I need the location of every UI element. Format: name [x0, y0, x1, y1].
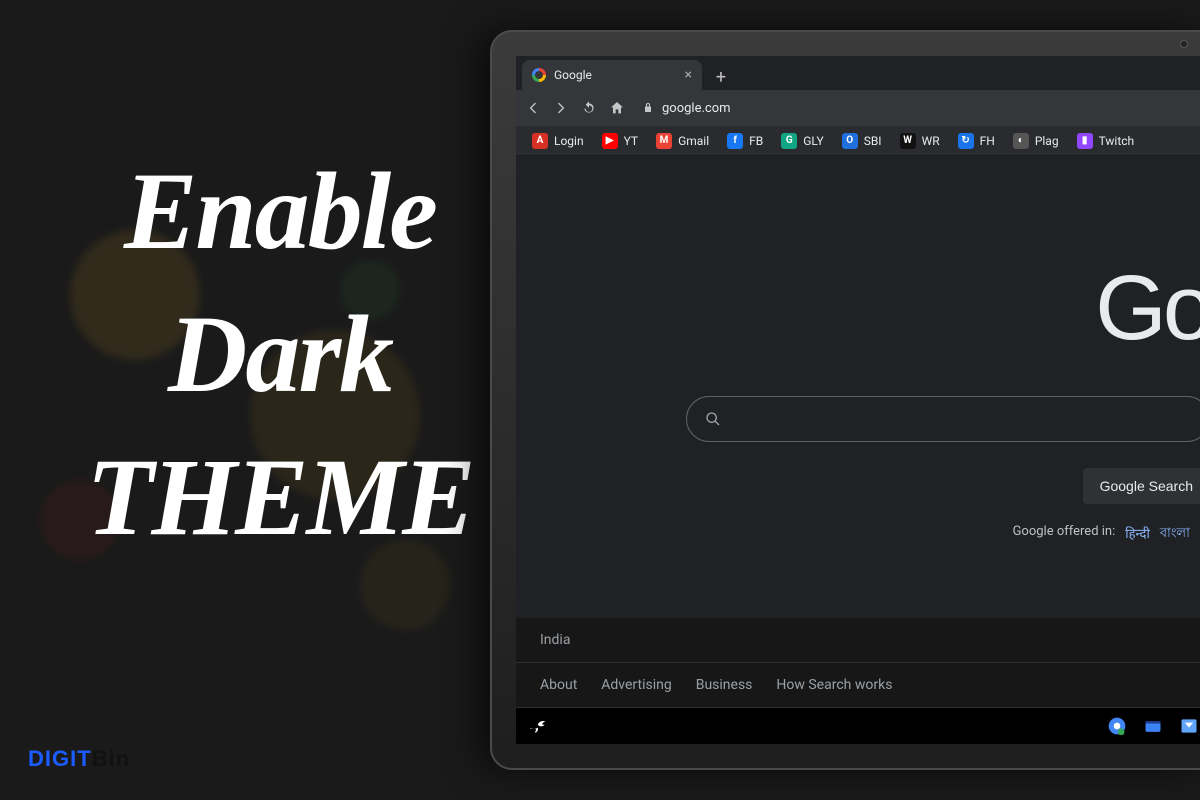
bookmark-favicon-icon: f: [727, 133, 743, 149]
bookmark-item[interactable]: ▮ Twitch: [1069, 130, 1143, 152]
headline-line-3: THEME: [40, 426, 520, 569]
bookmark-favicon-icon: A: [532, 133, 548, 149]
bookmark-label: GLY: [803, 134, 823, 148]
tab-strip: Google × +: [516, 56, 1200, 90]
brand-part-2: Bin: [92, 746, 130, 771]
headline-line-2: Dark: [40, 283, 520, 426]
google-search-input[interactable]: [686, 396, 1200, 442]
bookmark-label: SBI: [864, 134, 882, 148]
bookmark-label: YT: [624, 134, 638, 148]
tab-title: Google: [554, 68, 592, 82]
arrow-right-icon: [553, 100, 569, 116]
browser-window: Google × + google.com ALo: [516, 56, 1200, 744]
browser-toolbar: google.com: [516, 90, 1200, 126]
footer-country-row: India: [516, 618, 1200, 663]
taskbar-files-icon[interactable]: [1142, 715, 1164, 737]
bookmark-item[interactable]: ▶ YT: [594, 130, 646, 152]
reload-icon: [581, 100, 597, 116]
google-search-button[interactable]: Google Search: [1083, 468, 1200, 504]
address-bar[interactable]: google.com: [642, 101, 731, 116]
laptop-camera: [1180, 40, 1188, 48]
bookmark-item[interactable]: ↻ FH: [950, 130, 1003, 152]
footer-link-how-search-works[interactable]: How Search works: [776, 677, 892, 693]
footer-link-about[interactable]: About: [540, 677, 577, 693]
bookmark-item[interactable]: A Login: [524, 130, 592, 152]
google-buttons-row: Google Search: [1083, 468, 1200, 504]
new-tab-button[interactable]: +: [708, 64, 734, 90]
start-bird-icon[interactable]: [526, 715, 548, 737]
promo-headline: Enable Dark THEME: [40, 140, 520, 569]
forward-button[interactable]: [552, 99, 570, 117]
bookmarks-bar: A Login ▶ YT M Gmail f FB G GLY O SBI W WR ↻ FH ◐ Plag ▮ Tw…: [516, 126, 1200, 156]
home-button[interactable]: [608, 99, 626, 117]
back-button[interactable]: [524, 99, 542, 117]
headline-line-1: Enable: [40, 140, 520, 283]
bookmark-favicon-icon: ↻: [958, 133, 974, 149]
offered-prefix: Google offered in:: [1013, 524, 1116, 545]
arrow-left-icon: [525, 100, 541, 116]
bookmark-favicon-icon: W: [900, 133, 916, 149]
google-offered-row: Google offered in: हिन्दी বাংলা తె: [1013, 524, 1200, 545]
bookmark-label: Twitch: [1099, 134, 1135, 148]
url-text: google.com: [662, 101, 731, 116]
footer-country: India: [540, 632, 570, 648]
offered-lang-link[interactable]: हिन्दी: [1125, 524, 1150, 545]
bookmark-item[interactable]: G GLY: [773, 130, 831, 152]
bookmark-item[interactable]: O SBI: [834, 130, 890, 152]
laptop-mock: Google × + google.com ALo: [490, 30, 1200, 770]
bookmark-favicon-icon: ◐: [1013, 133, 1029, 149]
footer-link-business[interactable]: Business: [696, 677, 753, 693]
bookmark-label: WR: [922, 134, 940, 148]
bookmark-favicon-icon: ▶: [602, 133, 618, 149]
bookmark-item[interactable]: ◐ Plag: [1005, 130, 1067, 152]
bookmark-item[interactable]: f FB: [719, 130, 771, 152]
bookmark-favicon-icon: M: [656, 133, 672, 149]
search-icon: [705, 411, 721, 427]
bookmark-favicon-icon: ▮: [1077, 133, 1093, 149]
browser-tab[interactable]: Google ×: [522, 60, 702, 90]
taskbar-app-icon[interactable]: [1178, 715, 1200, 737]
bookmark-label: Login: [554, 134, 584, 148]
bookmark-label: Gmail: [678, 134, 709, 148]
bookmark-favicon-icon: G: [781, 133, 797, 149]
reload-button[interactable]: [580, 99, 598, 117]
brand-logo: DIGITBin: [28, 746, 130, 772]
bookmark-favicon-icon: O: [842, 133, 858, 149]
tab-close-button[interactable]: ×: [685, 67, 692, 83]
bookmark-label: FB: [749, 134, 763, 148]
footer-links-row: About Advertising Business How Search wo…: [516, 663, 1200, 708]
footer-link-advertising[interactable]: Advertising: [601, 677, 671, 693]
bookmark-label: Plag: [1035, 134, 1059, 148]
google-footer: India About Advertising Business How Sea…: [516, 618, 1200, 708]
bookmark-item[interactable]: W WR: [892, 130, 948, 152]
taskbar-chrome-icon[interactable]: [1106, 715, 1128, 737]
offered-lang-link[interactable]: বাংলা: [1160, 524, 1190, 545]
os-taskbar: [516, 708, 1200, 744]
google-homepage: Go Google Search Google offered in: हिन्…: [516, 156, 1200, 744]
google-favicon-icon: [532, 68, 546, 82]
bookmark-label: FH: [980, 134, 995, 148]
google-logo: Go: [1095, 256, 1200, 361]
lock-icon: [642, 102, 654, 114]
brand-part-1: DIGIT: [28, 746, 92, 771]
home-icon: [609, 100, 625, 116]
bookmark-item[interactable]: M Gmail: [648, 130, 717, 152]
